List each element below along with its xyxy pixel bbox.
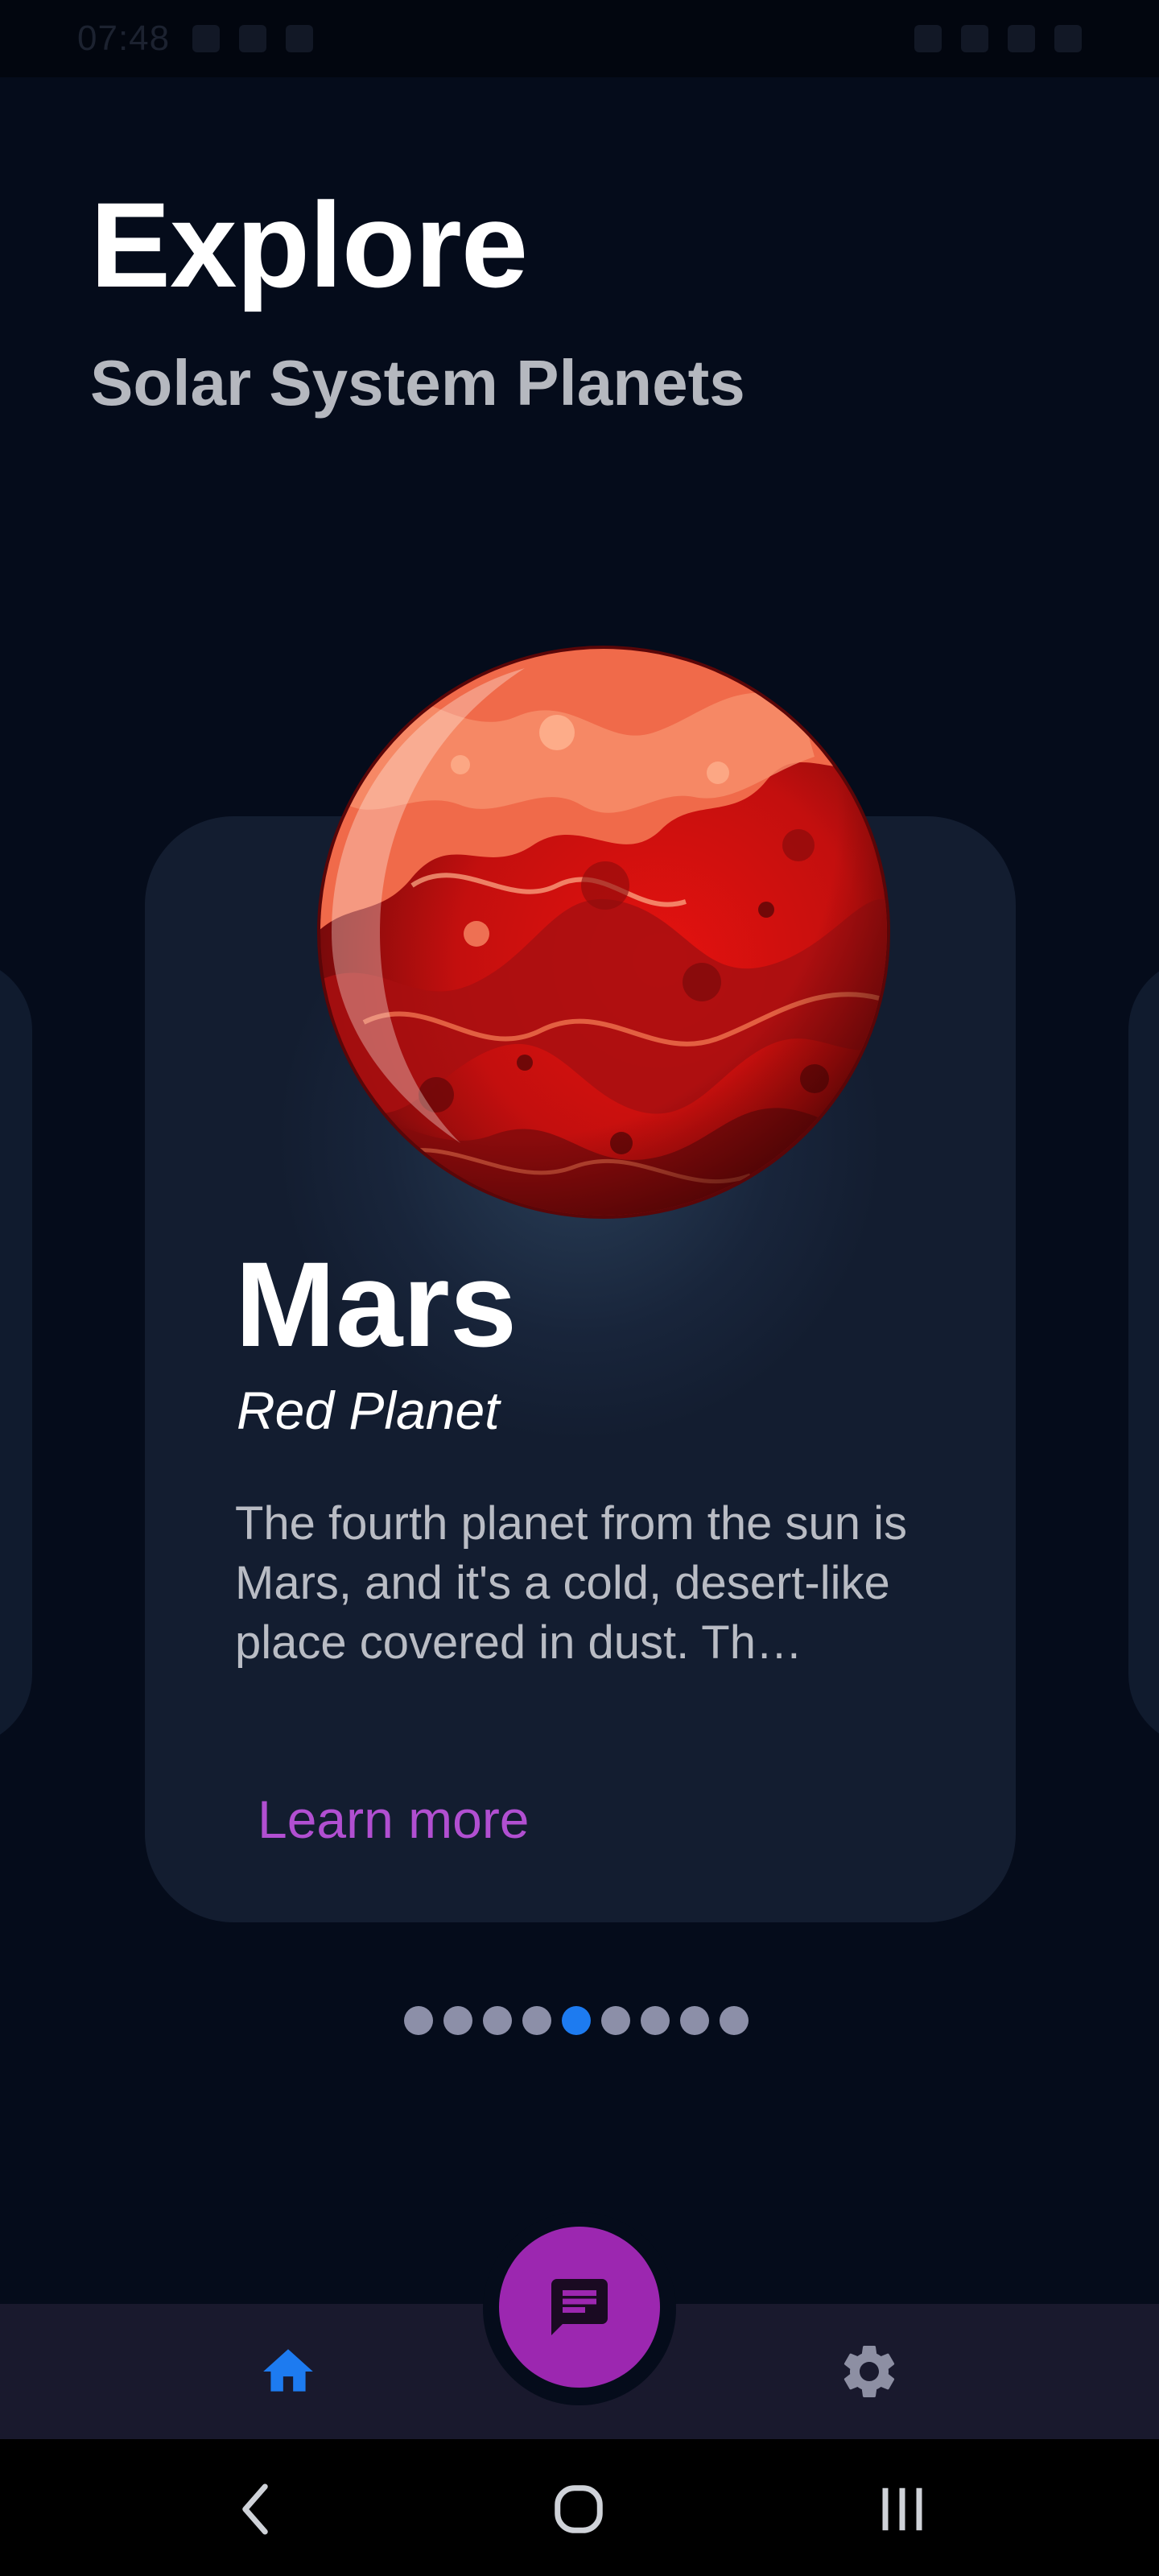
gear-icon <box>843 2346 895 2397</box>
nav-home-button[interactable] <box>254 2338 322 2405</box>
nav-settings-button[interactable] <box>835 2338 903 2405</box>
chat-icon <box>551 2279 608 2335</box>
pagination-dot[interactable] <box>443 2006 472 2035</box>
planet-description: The fourth planet from the sun is Mars, … <box>235 1497 907 1669</box>
learn-more-button[interactable]: Learn more <box>258 1789 530 1850</box>
system-back-button[interactable] <box>211 2465 299 2553</box>
chat-fab-button[interactable] <box>499 2227 660 2388</box>
mars-planet-image <box>317 646 890 1219</box>
signal-icon <box>1008 25 1035 52</box>
pagination-dot[interactable] <box>641 2006 670 2035</box>
status-time: 07:48 <box>77 19 171 58</box>
next-planet-card[interactable] <box>1128 958 1159 1747</box>
pagination-dot[interactable] <box>404 2006 433 2035</box>
pagination-dot[interactable] <box>483 2006 512 2035</box>
pagination-dots <box>404 2006 749 2035</box>
pagination-dot[interactable] <box>680 2006 709 2035</box>
battery-icon <box>1054 25 1082 52</box>
page-subtitle: Solar System Planets <box>90 347 745 419</box>
home-icon <box>263 2349 313 2392</box>
planet-name: Mars <box>235 1236 518 1372</box>
system-home-button[interactable] <box>534 2465 623 2553</box>
message-icon <box>286 25 314 52</box>
status-bar: 07:48 <box>0 0 1159 77</box>
pagination-dot[interactable] <box>522 2006 551 2035</box>
wifi-icon <box>961 25 988 52</box>
page-title: Explore <box>90 177 528 312</box>
status-system-icons <box>914 25 1082 52</box>
status-notification-icons <box>192 25 314 52</box>
home-circle-icon <box>555 2485 603 2533</box>
alarm-icon <box>914 25 942 52</box>
pagination-dot[interactable] <box>601 2006 630 2035</box>
previous-planet-card[interactable] <box>0 958 32 1747</box>
app-screen: 07:48 Explore Solar System Planets Mars … <box>0 0 1159 2576</box>
recents-icon <box>882 2487 922 2531</box>
pagination-dot[interactable] <box>720 2006 749 2035</box>
pagination-dot-active[interactable] <box>562 2006 591 2035</box>
planet-nickname: Red Planet <box>237 1381 500 1440</box>
gallery-icon <box>239 25 267 52</box>
back-icon <box>242 2483 268 2535</box>
notification-icon <box>192 25 221 52</box>
system-recents-button[interactable] <box>858 2465 947 2553</box>
